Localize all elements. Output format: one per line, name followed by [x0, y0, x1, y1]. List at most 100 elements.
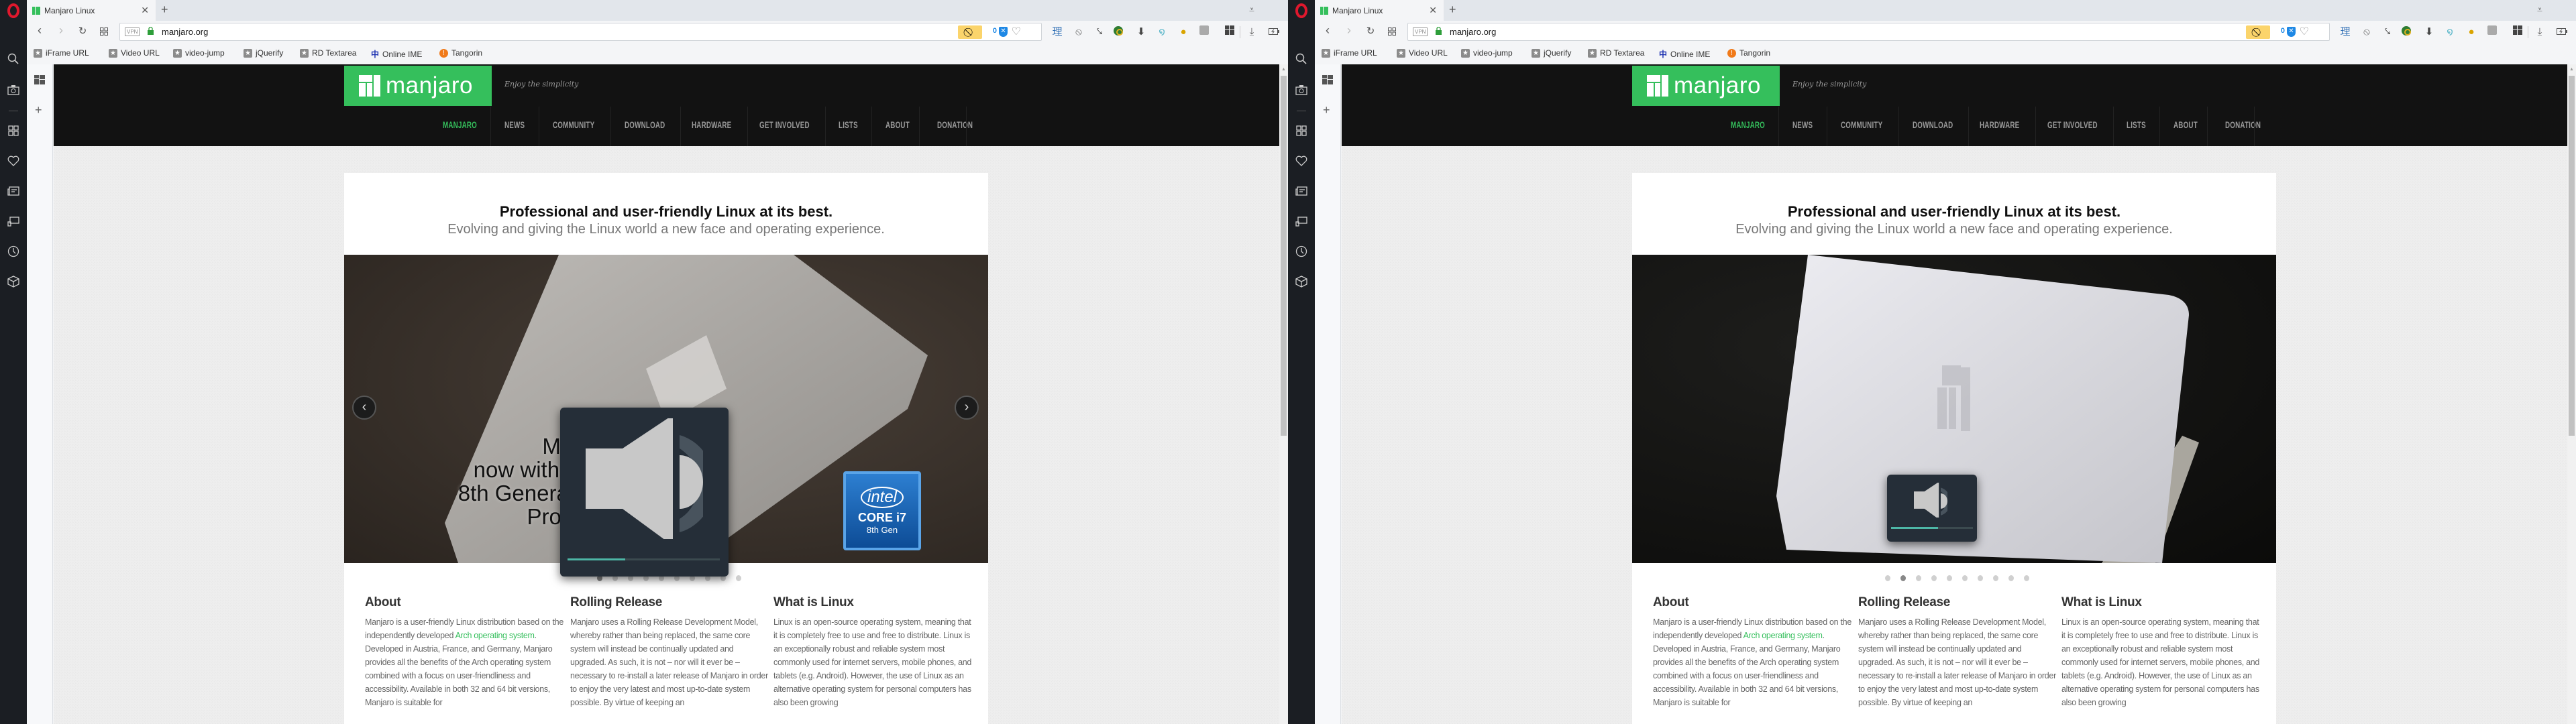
manjaro-logo[interactable]: manjaro: [344, 66, 492, 106]
search-icon[interactable]: [1293, 51, 1309, 67]
bookmark-item[interactable]: ! Tangorin: [439, 48, 482, 58]
new-tab-button[interactable]: +: [1449, 3, 1456, 17]
ext-globe-icon[interactable]: [1112, 25, 1125, 39]
devices-icon[interactable]: [5, 213, 21, 229]
reload-button[interactable]: ↻: [75, 25, 90, 37]
ext-globe-icon[interactable]: [2400, 25, 2413, 39]
tab-close-button[interactable]: ✕: [141, 5, 149, 16]
news-icon[interactable]: [1293, 183, 1309, 199]
address-bar[interactable]: VPN manjaro.org ⃠ 0 ✕ ♡: [119, 23, 1042, 41]
bookmark-item[interactable]: ★ video-jump: [1461, 48, 1513, 58]
slider-prev-button[interactable]: ‹: [352, 396, 376, 420]
page-scrollbar[interactable]: ▲: [2567, 64, 2576, 724]
bookmark-item[interactable]: ★ video-jump: [173, 48, 225, 58]
heart-icon[interactable]: [1293, 153, 1309, 169]
ext-download-arrow-icon[interactable]: ⬇: [2422, 25, 2436, 39]
adblock-icon[interactable]: ⃠: [958, 25, 982, 39]
ext-bee-icon[interactable]: ●: [1177, 25, 1190, 39]
nav-item-community[interactable]: COMMUNITY: [1841, 119, 1882, 130]
scroll-up-icon[interactable]: ▲: [1281, 67, 1286, 72]
slider-dot[interactable]: [736, 575, 741, 581]
reload-button[interactable]: ↻: [1363, 25, 1378, 37]
nav-item-about[interactable]: ABOUT: [2174, 119, 2198, 130]
slider-dot[interactable]: [1931, 575, 1937, 581]
nav-item-hardware[interactable]: HARDWARE: [1980, 119, 2019, 130]
ext-swirl-icon[interactable]: ໑: [1155, 25, 1169, 39]
manjaro-logo[interactable]: manjaro: [1632, 66, 1780, 106]
nav-item-community[interactable]: COMMUNITY: [553, 119, 594, 130]
nav-item-download[interactable]: DOWNLOAD: [625, 119, 665, 130]
nav-item-hardware[interactable]: HARDWARE: [692, 119, 731, 130]
slider-dot[interactable]: [1962, 575, 1968, 581]
battery-saver-icon[interactable]: [1267, 25, 1281, 39]
nav-item-get-involved[interactable]: GET INVOLVED: [2047, 119, 2098, 130]
back-button[interactable]: ‹: [1320, 23, 1335, 38]
panel-windows-icon[interactable]: [1322, 75, 1333, 88]
vpn-badge[interactable]: VPN: [125, 27, 140, 36]
camera-icon[interactable]: [1293, 82, 1309, 98]
downloads-icon[interactable]: ⤓: [2533, 25, 2546, 39]
tab-menu-icon[interactable]: ⩡: [2537, 4, 2542, 15]
tab-manjaro[interactable]: Manjaro Linux ✕: [27, 0, 156, 21]
arch-link[interactable]: Arch operating system: [1743, 631, 1823, 640]
nav-item-lists[interactable]: LISTS: [839, 119, 858, 130]
downloads-icon[interactable]: ⤓: [1245, 25, 1258, 39]
battery-saver-icon[interactable]: [2555, 25, 2569, 39]
nav-item-get-involved[interactable]: GET INVOLVED: [759, 119, 810, 130]
speed-dial-icon[interactable]: [5, 123, 21, 139]
heart-icon[interactable]: [5, 153, 21, 169]
bookmark-item[interactable]: ★ jQuerify: [1532, 48, 1571, 58]
camera-icon[interactable]: [5, 82, 21, 98]
ext-dictionary-icon[interactable]: 理: [1051, 25, 1064, 39]
tracker-shield-icon[interactable]: ✕: [999, 27, 1008, 37]
slider-dot[interactable]: [1947, 575, 1952, 581]
url-text[interactable]: manjaro.org: [162, 27, 208, 37]
bookmark-item[interactable]: ★ RD Textarea: [300, 48, 356, 58]
scrollbar-thumb[interactable]: [2569, 76, 2575, 436]
panel-add-button[interactable]: +: [1323, 103, 1330, 117]
bookmark-item[interactable]: 中 Online IME: [1659, 48, 1710, 60]
history-clock-icon[interactable]: [1293, 243, 1309, 259]
bookmark-heart-icon[interactable]: ♡: [1012, 25, 1021, 38]
extensions-cube-icon[interactable]: [5, 274, 21, 290]
nav-item-manjaro[interactable]: MANJARO: [443, 119, 477, 130]
bookmark-item[interactable]: ★ RD Textarea: [1588, 48, 1644, 58]
bookmark-item[interactable]: ★ iFrame URL: [34, 48, 89, 58]
adblock-icon[interactable]: ⃠: [2246, 25, 2270, 39]
ext-block-icon[interactable]: ⦸: [1072, 25, 1085, 39]
opera-logo-icon[interactable]: [5, 3, 21, 19]
slider-next-button[interactable]: ›: [955, 396, 979, 420]
bookmark-item[interactable]: ★ Video URL: [109, 48, 160, 58]
scrollbar-thumb[interactable]: [1281, 76, 1287, 436]
slider-dot[interactable]: [1885, 575, 1890, 581]
new-tab-button[interactable]: +: [161, 3, 168, 17]
panel-add-button[interactable]: +: [35, 103, 42, 117]
ext-dictionary-icon[interactable]: 理: [2339, 25, 2352, 39]
url-text[interactable]: manjaro.org: [1450, 27, 1496, 37]
ext-windows-icon[interactable]: [2511, 25, 2524, 39]
tab-close-button[interactable]: ✕: [1429, 5, 1437, 16]
ext-bee-icon[interactable]: ●: [2465, 25, 2478, 39]
forward-button[interactable]: ›: [54, 23, 68, 38]
news-icon[interactable]: [5, 183, 21, 199]
slider-dot[interactable]: [1900, 575, 1906, 581]
nav-item-donation[interactable]: DONATION: [2225, 119, 2261, 130]
opera-logo-icon[interactable]: [1293, 3, 1309, 19]
nav-item-news[interactable]: NEWS: [1792, 119, 1813, 130]
nav-item-about[interactable]: ABOUT: [885, 119, 910, 130]
ext-cable-icon[interactable]: ⤥: [2381, 25, 2394, 39]
page-scrollbar[interactable]: ▲: [1279, 64, 1288, 724]
vpn-badge[interactable]: VPN: [1413, 27, 1428, 36]
bookmark-heart-icon[interactable]: ♡: [2300, 25, 2309, 38]
panel-windows-icon[interactable]: [34, 75, 45, 88]
slider-dot[interactable]: [1916, 575, 1921, 581]
speed-dial-icon[interactable]: [1293, 123, 1309, 139]
bookmark-item[interactable]: ! Tangorin: [1727, 48, 1770, 58]
ext-block-icon[interactable]: ⦸: [2360, 25, 2373, 39]
nav-item-lists[interactable]: LISTS: [2127, 119, 2146, 130]
ext-gray-icon[interactable]: [1197, 25, 1211, 39]
history-clock-icon[interactable]: [5, 243, 21, 259]
devices-icon[interactable]: [1293, 213, 1309, 229]
bookmark-item[interactable]: ★ iFrame URL: [1322, 48, 1377, 58]
tracker-shield-icon[interactable]: ✕: [2287, 27, 2296, 37]
